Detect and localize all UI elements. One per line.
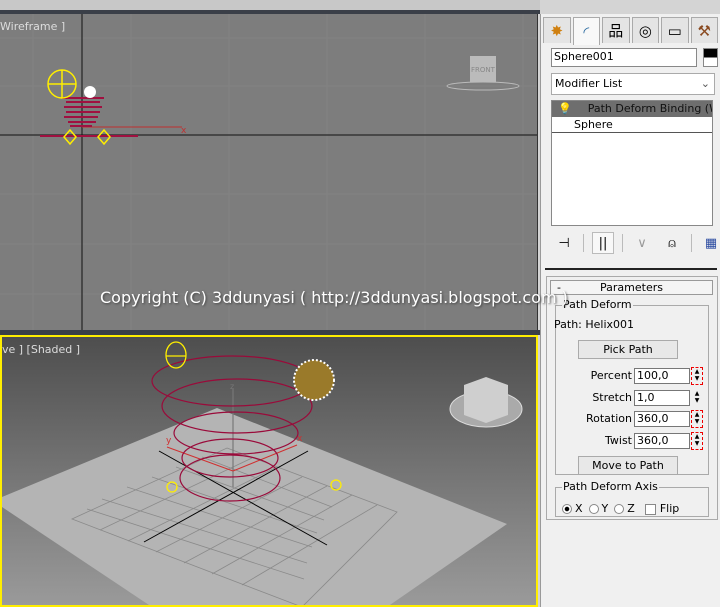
viewcube [449,377,523,428]
move-to-path-button[interactable]: Move to Path [578,456,678,475]
svg-text:y: y [166,436,172,446]
tab-utilities[interactable]: ⚒ [690,17,718,43]
title-strip [0,0,540,14]
pick-path-button[interactable]: Pick Path [578,340,678,359]
configure-modifier-sets-button[interactable]: ▦ [700,232,720,254]
configure-icon: ▦ [704,235,718,251]
show-end-result-button[interactable]: || [592,232,614,254]
modifier-list-dropdown[interactable]: Modifier List ⌄ [551,73,715,95]
svg-text:FRONT: FRONT [471,66,496,74]
spinner-arrows-icon[interactable]: ▲ ▼ [691,367,703,385]
path-deform-axis-group: Path Deform Axis X Y Z Flip [555,480,709,517]
modify-icon: ◜ [583,22,590,41]
spinner-arrows-icon[interactable]: ▲ ▼ [692,390,702,406]
rotation-input[interactable]: 360,0 [634,411,690,427]
stack-toolbar: ⊣ || ∨ ⍝ ▦ [553,232,720,254]
utilities-icon: ⚒ [697,21,711,40]
viewcube: FRONT [446,56,520,91]
end-result-icon: || [598,235,608,251]
flip-checkbox[interactable]: Flip [644,502,679,515]
tab-motion[interactable]: ◎ [631,17,659,43]
object-name-input[interactable]: Sphere001 [551,48,697,67]
lightbulb-icon[interactable]: 💡 [558,102,572,115]
radio-icon [562,504,572,514]
axis-z-radio[interactable]: Z [614,502,635,515]
remove-modifier-button[interactable]: ⍝ [661,232,683,254]
axis-x-radio[interactable]: X [562,502,583,515]
svg-text:x: x [181,126,187,136]
twist-input[interactable]: 360,0 [634,433,690,449]
axis-y-radio[interactable]: Y [588,502,608,515]
tab-modify[interactable]: ◜ [572,17,600,45]
path-label: Path: Helix001 [554,318,635,331]
sphere-object [293,359,335,401]
trash-icon: ⍝ [668,235,676,251]
path-deform-group: Path Deform Path: Helix001 Pick Path Per… [554,298,709,475]
viewport-label[interactable]: Wireframe ] [0,20,65,33]
stack-item-path-deform-binding[interactable]: 💡Path Deform Binding (WSM) [552,101,712,117]
radio-icon [614,504,625,514]
tab-display[interactable]: ▭ [661,17,689,43]
viewport-perspective[interactable]: ve ] [Shaded ] z yx [0,335,538,607]
divider [622,234,623,252]
svg-text:z: z [230,382,234,391]
make-unique-icon: ∨ [637,235,647,251]
percent-input[interactable]: 100,0 [634,368,690,384]
tab-create[interactable]: ✸ [543,17,571,43]
rotation-spinner: Rotation 360,0 ▲ ▼ [556,410,706,428]
spinner-arrows-icon[interactable]: ▲ ▼ [691,432,703,450]
command-panel: ✸ ◜ 品 ◎ ▭ ⚒ Sphere001 Modifier List ⌄ 💡 P… [540,14,720,607]
sphere-object [84,86,96,98]
chevron-down-icon: ⌄ [700,77,710,90]
rollout-title: Parameters [600,281,663,294]
parameters-rollout-header[interactable]: - Parameters [550,280,713,295]
front-scene: x FRONT [0,14,537,330]
tab-hierarchy[interactable]: 品 [602,17,630,43]
spinner-arrows-icon[interactable]: ▲ ▼ [691,410,703,428]
command-tabs: ✸ ◜ 品 ◎ ▭ ⚒ [541,14,720,45]
divider [583,234,584,252]
display-icon: ▭ [667,21,682,40]
pin-icon: ⊣ [558,235,570,251]
radio-icon [588,504,599,514]
stack-item-sphere[interactable]: Sphere [552,117,712,133]
group-title: Path Deform Axis [562,480,659,493]
pin-stack-button[interactable]: ⊣ [553,232,575,254]
modifier-list-label: Modifier List [555,77,623,90]
twist-spinner: Twist 360,0 ▲ ▼ [556,432,706,450]
motion-icon: ◎ [638,21,652,40]
divider [691,234,692,252]
make-unique-button[interactable]: ∨ [631,232,653,254]
parameters-rollout: - Parameters Path Deform Path: Helix001 … [546,276,718,520]
helix-shape [40,97,138,137]
hierarchy-icon: 品 [608,22,624,40]
checkbox-icon [644,503,656,515]
viewport-front[interactable]: Wireframe ] x FRONT [0,14,538,330]
divider [545,268,717,270]
object-color-swatch[interactable] [703,48,718,67]
modifier-stack[interactable]: 💡Path Deform Binding (WSM) Sphere [551,100,713,226]
perspective-scene: z yx [2,341,523,605]
group-title: Path Deform [562,298,633,311]
create-icon: ✸ [550,21,564,40]
stretch-spinner: Stretch 1,0 ▲ ▼ [556,390,706,407]
stretch-input[interactable]: 1,0 [634,390,690,406]
watermark: Copyright (C) 3ddunyasi ( http://3ddunya… [100,288,568,307]
ground-plane [2,408,507,605]
percent-spinner: Percent 100,0 ▲ ▼ [556,367,706,385]
